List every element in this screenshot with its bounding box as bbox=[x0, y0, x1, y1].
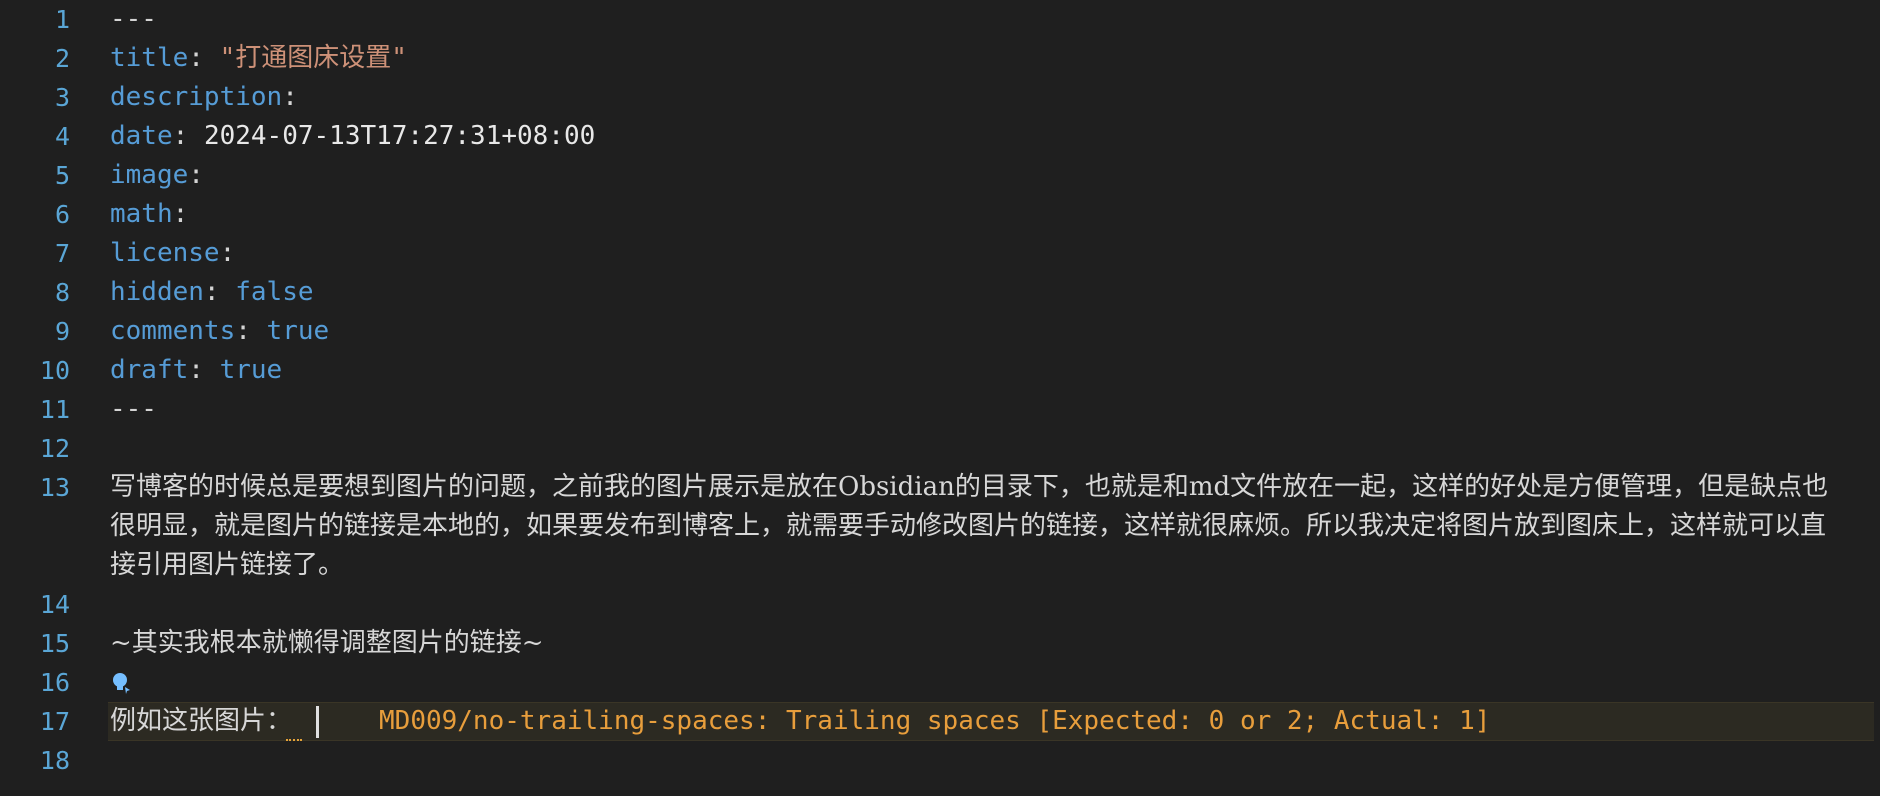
editor-line[interactable]: 15 ~其实我根本就懒得调整图片的链接~ bbox=[0, 624, 1880, 663]
editor-line[interactable]: 1 --- bbox=[0, 0, 1880, 39]
warning-squiggle bbox=[286, 733, 303, 741]
editor-line[interactable]: 16 bbox=[0, 663, 1880, 702]
yaml-key: math bbox=[110, 199, 173, 229]
line-number: 1 bbox=[54, 5, 70, 34]
editor-line[interactable]: 8 hidden: false bbox=[0, 273, 1880, 312]
yaml-key: image bbox=[110, 160, 189, 190]
line-number: 15 bbox=[39, 629, 70, 658]
line-number: 12 bbox=[39, 434, 70, 463]
editor-line[interactable]: 9 comments: true bbox=[0, 312, 1880, 351]
line-number: 13 bbox=[39, 473, 70, 502]
yaml-key: date bbox=[110, 121, 173, 151]
yaml-value: true bbox=[219, 355, 283, 385]
editor-line[interactable]: 3 description: bbox=[0, 78, 1880, 117]
yaml-key: title bbox=[110, 43, 189, 73]
line-number: 5 bbox=[54, 161, 70, 190]
paragraph-text: 例如这张图片： bbox=[110, 706, 293, 736]
code-editor[interactable]: 1 --- 2 title: "打通图床设置" 3 description: 4… bbox=[0, 0, 1880, 796]
line-number: 10 bbox=[39, 356, 70, 385]
editor-line[interactable]: 18 bbox=[0, 741, 1880, 780]
strikethrough-text: ~其实我根本就懒得调整图片的链接~ bbox=[110, 628, 544, 658]
editor-line[interactable]: 2 title: "打通图床设置" bbox=[0, 39, 1880, 78]
line-number: 18 bbox=[39, 746, 70, 775]
yaml-key: description bbox=[110, 82, 283, 112]
line-number: 4 bbox=[54, 122, 70, 151]
yaml-key: hidden bbox=[110, 277, 204, 307]
frontmatter-delimiter: --- bbox=[110, 394, 157, 424]
line-number: 7 bbox=[54, 239, 70, 268]
line-number: 2 bbox=[54, 44, 70, 73]
lint-diagnostic: MD009/no-trailing-spaces: Trailing space… bbox=[379, 706, 1491, 736]
yaml-key: comments bbox=[110, 316, 236, 346]
line-number: 9 bbox=[54, 317, 70, 346]
paragraph-text: 写博客的时候总是要想到图片的问题，之前我的图片展示是放在Obsidian的目录下… bbox=[110, 472, 1829, 580]
yaml-value: "打通图床设置" bbox=[219, 43, 407, 73]
editor-line[interactable]: 6 math: bbox=[0, 195, 1880, 234]
line-number: 16 bbox=[39, 668, 70, 697]
yaml-key: license bbox=[110, 238, 220, 268]
line-number: 17 bbox=[39, 707, 70, 736]
text-cursor bbox=[316, 705, 320, 738]
lightbulb-icon[interactable] bbox=[110, 671, 132, 695]
yaml-value: false bbox=[235, 277, 314, 307]
line-number: 14 bbox=[39, 590, 70, 619]
yaml-value: true bbox=[266, 316, 330, 346]
editor-line[interactable]: 12 bbox=[0, 429, 1880, 468]
editor-line[interactable]: 4 date: 2024-07-13T17:27:31+08:00 bbox=[0, 117, 1880, 156]
line-number: 3 bbox=[54, 83, 70, 112]
yaml-key: draft bbox=[110, 355, 189, 385]
yaml-value: 2024-07-13T17:27:31+08:00 bbox=[203, 121, 596, 151]
editor-line[interactable]: 5 image: bbox=[0, 156, 1880, 195]
line-number: 6 bbox=[54, 200, 70, 229]
editor-line[interactable]: 14 bbox=[0, 585, 1880, 624]
frontmatter-delimiter: --- bbox=[110, 4, 157, 34]
editor-line[interactable]: 11 --- bbox=[0, 390, 1880, 429]
editor-line[interactable]: 10 draft: true bbox=[0, 351, 1880, 390]
editor-line[interactable]: 13 写博客的时候总是要想到图片的问题，之前我的图片展示是放在Obsidian的… bbox=[0, 468, 1880, 585]
line-number: 8 bbox=[54, 278, 70, 307]
editor-line-current[interactable]: 17 例如这张图片： MD009/no-trailing-spaces: Trai… bbox=[0, 702, 1880, 741]
line-number: 11 bbox=[39, 395, 70, 424]
editor-line[interactable]: 7 license: bbox=[0, 234, 1880, 273]
